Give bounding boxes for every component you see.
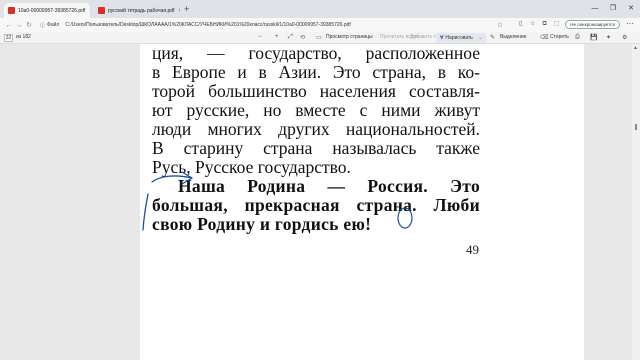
tab-pdf-workbook[interactable]: русский тетрадь рабочая.pdf × [94, 3, 180, 18]
bold-text-line: Наша Родина — Россия. Это [178, 176, 480, 196]
pdf-toolbar: 32 из 182 − + ⤢ ⟲ ▭ Просмотр страницы Пр… [0, 32, 640, 44]
fit-page-icon[interactable]: ⤢ [288, 34, 293, 41]
minimize-button[interactable]: — [586, 0, 604, 18]
zoom-in-button[interactable]: + [275, 34, 279, 40]
address-bar-actions: ▯ ☆ ⧉ ⬚ Не синхронизируется [517, 20, 620, 29]
text-line: В старину страна называлась также [152, 138, 480, 158]
pdf-page: ция, — государство, расположенное в Евро… [140, 44, 584, 360]
draw-label: Нарисовать [445, 35, 473, 41]
page-total: из 182 [16, 34, 31, 40]
scroll-up-icon[interactable]: ▲ [633, 45, 638, 51]
pdf-icon [98, 7, 105, 14]
back-icon[interactable]: ← [4, 22, 14, 29]
erase-button[interactable]: Стереть [550, 34, 569, 40]
pdf-icon [8, 7, 15, 14]
close-icon[interactable]: × [85, 8, 90, 14]
vertical-scrollbar[interactable]: ▲ [632, 44, 640, 360]
new-tab-button[interactable]: + [184, 4, 189, 14]
page-view-icon: ▭ [316, 35, 322, 41]
pin-icon[interactable]: ✦ [606, 34, 611, 41]
ink-vertical-line [142, 193, 149, 231]
tab-title: 10a0-00009957-39385726.pdf [18, 7, 86, 14]
text-line: ция, — государство, расположенное [152, 44, 480, 63]
collections-icon[interactable]: ⧉ [541, 21, 548, 28]
favorites-icon[interactable]: ☆ [529, 21, 536, 28]
window-controls: — ❐ ✕ [586, 0, 640, 18]
extensions-icon[interactable]: ⬚ [553, 21, 560, 28]
zoom-out-button[interactable]: − [258, 34, 262, 40]
site-info[interactable]: ⓘ Файл [40, 22, 59, 29]
sync-status-button[interactable]: Не синхронизируется [565, 20, 620, 29]
page-number: 49 [466, 242, 479, 257]
maximize-button[interactable]: ❐ [604, 0, 622, 18]
bold-text-line: большая, прекрасная страна. Люби [152, 195, 480, 215]
text-line: торой большинство населения составля- [152, 81, 480, 101]
split-screen-icon[interactable]: ▯ [517, 21, 524, 28]
refresh-icon[interactable]: ↻ [24, 21, 34, 29]
tab-pdf-textbook[interactable]: 10a0-00009957-39385726.pdf × [4, 3, 90, 18]
text-line: люди многих других национальностей. [152, 119, 480, 139]
draw-button[interactable]: ∀ Нарисовать ⌄ [436, 33, 487, 43]
chevron-down-icon: ⌄ [478, 35, 483, 41]
tab-bar: 10a0-00009957-39385726.pdf × русский тет… [0, 0, 640, 18]
more-menu-icon[interactable]: ⋯ [626, 19, 634, 28]
eraser-icon: ⌫ [540, 35, 549, 41]
save-icon[interactable]: 💾 [590, 34, 597, 41]
scroll-thumb[interactable] [635, 124, 637, 130]
rotate-icon[interactable]: ⟲ [300, 34, 305, 41]
bold-text-line: свою Родину и гордись ею! [152, 214, 372, 234]
close-window-button[interactable]: ✕ [622, 0, 640, 18]
favorite-star-icon[interactable]: ☆ [497, 21, 503, 29]
highlight-button[interactable]: Выделение [500, 34, 527, 40]
file-label: Файл [47, 22, 60, 28]
info-icon: ⓘ [40, 22, 46, 29]
browser-window: 10a0-00009957-39385726.pdf × русский тет… [0, 0, 640, 360]
page-view-button[interactable]: Просмотр страницы [326, 34, 373, 40]
text-line: в Европе и в Азии. Это страна, в ко- [152, 62, 480, 82]
print-icon[interactable]: ⎙ [575, 34, 580, 41]
tab-title: русский тетрадь рабочая.pdf [108, 7, 175, 14]
close-icon[interactable]: × [174, 8, 180, 14]
text-line: Русь, Русское государство. [152, 157, 351, 177]
page-number-input[interactable]: 32 [4, 34, 13, 42]
highlight-icon: ✎ [490, 35, 496, 41]
text-line: ют русские, но вместе с ними живут [152, 100, 480, 120]
settings-icon[interactable]: ⚙ [622, 34, 627, 41]
draw-icon: ∀ [440, 35, 444, 41]
forward-icon[interactable]: → [14, 22, 24, 29]
url-field[interactable]: C:/Users/Пользователь/Desktop/ШКОЛАААА/1… [65, 22, 350, 28]
